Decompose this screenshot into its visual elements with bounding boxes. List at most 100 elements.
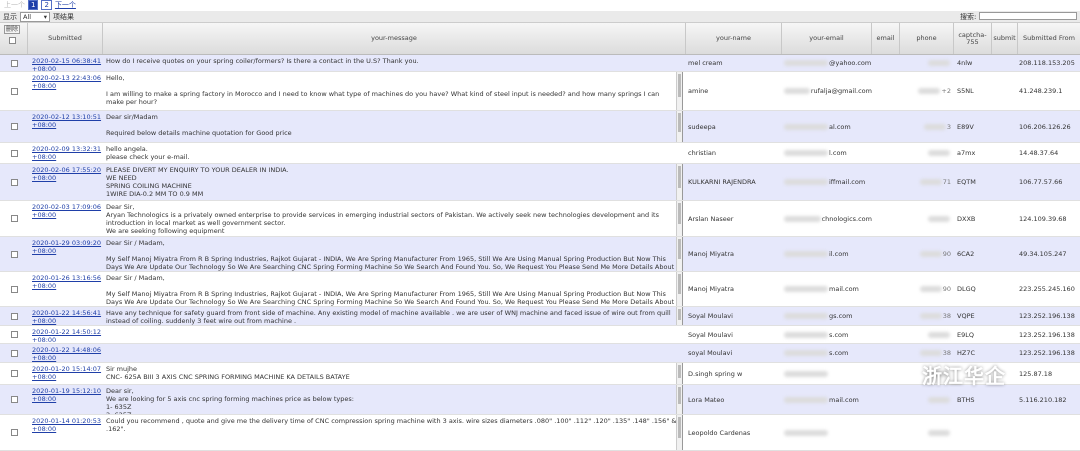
table-row: 2020-01-22 14:56:41 +08:00 Have any techni… <box>0 307 1080 326</box>
email2-cell <box>872 272 900 306</box>
phone-cell <box>900 201 954 236</box>
header-email[interactable]: your-email <box>782 23 872 54</box>
message-scrollbar[interactable] <box>676 164 682 200</box>
page-1-button[interactable]: 1 <box>28 0 39 10</box>
submitted-date-link[interactable]: 2020-01-29 03:09:20 <box>32 239 101 247</box>
submit-cell <box>992 415 1018 450</box>
submitted-tz-link[interactable]: +08:00 <box>32 282 56 290</box>
table-row: 2020-02-03 17:09:06 +08:00 Dear Sir, Aryan… <box>0 201 1080 237</box>
name-cell: Arslan Naseer <box>688 214 734 223</box>
submitted-date-link[interactable]: 2020-01-20 15:14:07 <box>32 365 101 373</box>
row-checkbox[interactable] <box>10 285 18 293</box>
row-checkbox[interactable] <box>10 87 18 95</box>
email-cell: s.com <box>782 326 872 343</box>
header-phone[interactable]: phone <box>900 23 954 54</box>
submitted-tz-link[interactable]: +08:00 <box>32 65 56 71</box>
email-text: chnologics.com <box>821 214 872 223</box>
name-cell: Manoj Miyatra <box>688 250 735 258</box>
message-scrollbar[interactable] <box>676 307 682 325</box>
next-page-link[interactable]: 下一个 <box>55 0 76 10</box>
email2-cell <box>872 307 900 325</box>
message-cell: Dear Sir, Aryan Technologics is a privat… <box>103 201 683 236</box>
submitted-date-link[interactable]: 2020-02-06 17:55:20 <box>32 166 101 174</box>
delete-button[interactable]: 删除 <box>4 25 21 34</box>
submitted-tz-link[interactable]: +08:00 <box>32 174 56 182</box>
submit-cell <box>992 385 1018 414</box>
header-message[interactable]: your-message <box>103 23 686 54</box>
page-length-value: All <box>23 12 32 21</box>
submitted-from-cell: 223.255.245.160 <box>1019 285 1075 293</box>
submitted-tz-link[interactable]: +08:00 <box>32 121 56 129</box>
message-scrollbar[interactable] <box>676 111 682 142</box>
message-scrollbar[interactable] <box>676 272 682 306</box>
captcha-cell: 6CA2 <box>957 250 975 258</box>
message-scrollbar[interactable] <box>676 385 682 414</box>
row-checkbox[interactable] <box>10 149 18 157</box>
select-all-checkbox[interactable] <box>9 37 16 44</box>
message-text: PLEASE DIVERT MY ENQUIRY TO YOUR DEALER … <box>106 166 289 198</box>
submitted-date-link[interactable]: 2020-01-22 14:50:12 <box>32 328 101 336</box>
submitted-date-link[interactable]: 2020-01-19 15:12:10 <box>32 387 101 395</box>
phone-text: 38 <box>942 349 951 357</box>
redacted-blur <box>784 331 828 338</box>
submitted-tz-link[interactable]: +08:00 <box>32 82 56 90</box>
submitted-tz-link[interactable]: +08:00 <box>32 336 56 343</box>
submitted-tz-link[interactable]: +08:00 <box>32 247 56 255</box>
row-checkbox[interactable] <box>10 349 18 357</box>
row-checkbox[interactable] <box>10 215 18 222</box>
page-2-button[interactable]: 2 <box>41 0 52 10</box>
submitted-tz-link[interactable]: +08:00 <box>32 395 56 403</box>
prev-page-link[interactable]: 上一个 <box>4 0 25 10</box>
submitted-tz-link[interactable]: +08:00 <box>32 211 56 219</box>
row-checkbox[interactable] <box>10 250 18 258</box>
header-captcha[interactable]: captcha-755 <box>954 23 992 54</box>
row-checkbox[interactable] <box>10 123 18 130</box>
submitted-date-link[interactable]: 2020-01-22 14:56:41 <box>32 309 101 317</box>
phone-cell <box>900 143 954 163</box>
row-checkbox[interactable] <box>10 178 18 186</box>
submitted-date-link[interactable]: 2020-02-15 06:38:41 <box>32 57 101 65</box>
email-cell: s.com <box>782 344 872 362</box>
page-length-select[interactable]: All ▾ <box>20 11 50 22</box>
captcha-cell: S5NL <box>957 87 974 95</box>
redacted-blur <box>784 350 828 356</box>
message-cell <box>103 344 683 362</box>
header-email2[interactable]: email <box>872 23 900 54</box>
email-text: l.com <box>829 149 847 157</box>
submitted-date-link[interactable]: 2020-01-14 01:20:53 <box>32 417 101 425</box>
submitted-date-link[interactable]: 2020-01-22 14:48:06 <box>32 346 101 354</box>
message-cell: PLEASE DIVERT MY ENQUIRY TO YOUR DEALER … <box>103 164 683 200</box>
submitted-date-link[interactable]: 2020-02-09 13:32:31 <box>32 145 101 153</box>
submitted-date-link[interactable]: 2020-02-12 13:10:51 <box>32 113 101 121</box>
submitted-tz-link[interactable]: +08:00 <box>32 425 56 433</box>
redacted-blur <box>919 286 942 292</box>
header-submitted[interactable]: Submitted <box>28 23 103 54</box>
message-scrollbar[interactable] <box>676 237 682 271</box>
header-submit[interactable]: submit <box>992 23 1018 54</box>
row-checkbox[interactable] <box>10 370 18 377</box>
message-cell: hello angela. please check your e-mail. <box>103 143 683 163</box>
submitted-cell: 2020-02-09 13:32:31 +08:00 <box>28 143 103 163</box>
submitted-date-link[interactable]: 2020-01-26 13:16:56 <box>32 274 101 282</box>
row-checkbox[interactable] <box>10 59 18 67</box>
message-scrollbar[interactable] <box>676 72 682 110</box>
row-checkbox[interactable] <box>10 396 18 403</box>
phone-cell: 3 <box>900 111 954 142</box>
search-input[interactable] <box>979 12 1077 20</box>
submitted-date-link[interactable]: 2020-02-13 22:43:06 <box>32 74 101 82</box>
submitted-date-link[interactable]: 2020-02-03 17:09:06 <box>32 203 101 211</box>
message-scrollbar[interactable] <box>676 415 682 450</box>
phone-cell: 90 <box>900 272 954 306</box>
submitted-tz-link[interactable]: +08:00 <box>32 373 56 381</box>
header-name[interactable]: your-name <box>686 23 782 54</box>
submitted-tz-link[interactable]: +08:00 <box>32 317 56 325</box>
submitted-tz-link[interactable]: +08:00 <box>32 153 56 161</box>
row-checkbox[interactable] <box>10 331 18 338</box>
row-checkbox[interactable] <box>10 429 18 436</box>
header-submitted-from[interactable]: Submitted From <box>1018 23 1080 54</box>
row-checkbox[interactable] <box>10 312 18 320</box>
message-scrollbar[interactable] <box>676 363 682 384</box>
message-text: Dear Sir, Aryan Technologics is a privat… <box>106 203 659 235</box>
submitted-tz-link[interactable]: +08:00 <box>32 354 56 362</box>
message-scrollbar[interactable] <box>676 201 682 236</box>
